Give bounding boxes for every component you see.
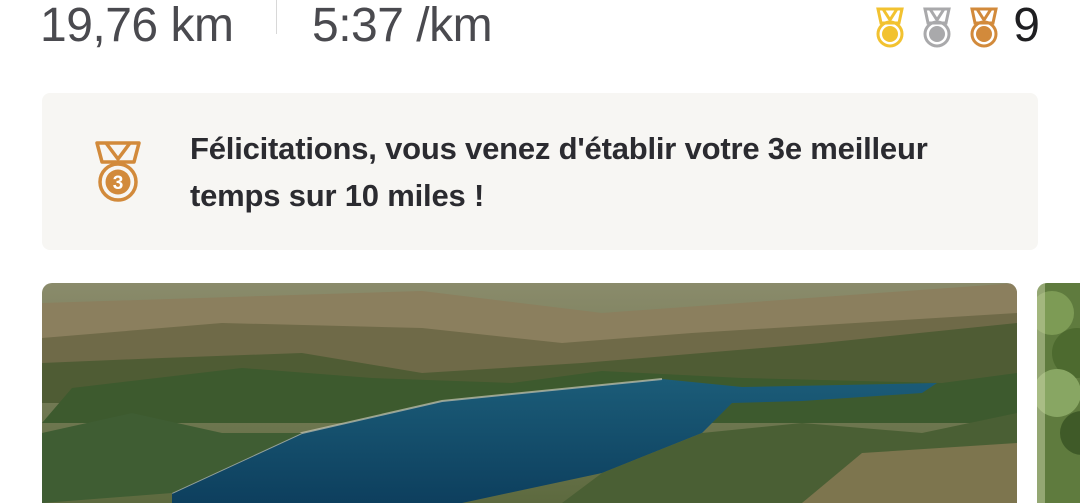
distance-value: 19,76 km bbox=[40, 0, 234, 52]
achievement-banner[interactable]: 3 Félicitations, vous venez d'établir vo… bbox=[42, 93, 1038, 250]
bronze-medal-icon bbox=[970, 7, 999, 48]
bronze-medal-3-icon: 3 bbox=[95, 141, 141, 202]
achievement-message: Félicitations, vous venez d'établir votr… bbox=[190, 131, 928, 213]
gold-medal-icon bbox=[876, 7, 905, 48]
aerial-lake-photo[interactable] bbox=[42, 283, 1017, 503]
silver-medal-icon bbox=[923, 7, 952, 48]
medal-rank-number: 3 bbox=[113, 173, 124, 194]
trees-image bbox=[1037, 283, 1080, 503]
stats-divider bbox=[276, 0, 277, 34]
pace-value: 5:37 /km bbox=[312, 0, 493, 52]
medal-count: 9 bbox=[1013, 0, 1040, 52]
aerial-lake-image bbox=[42, 283, 1017, 503]
medals-summary[interactable]: 9 bbox=[860, 0, 1040, 52]
trees-photo[interactable] bbox=[1037, 283, 1080, 503]
stats-row: 19,76 km 5:37 /km 9 bbox=[40, 0, 1040, 60]
